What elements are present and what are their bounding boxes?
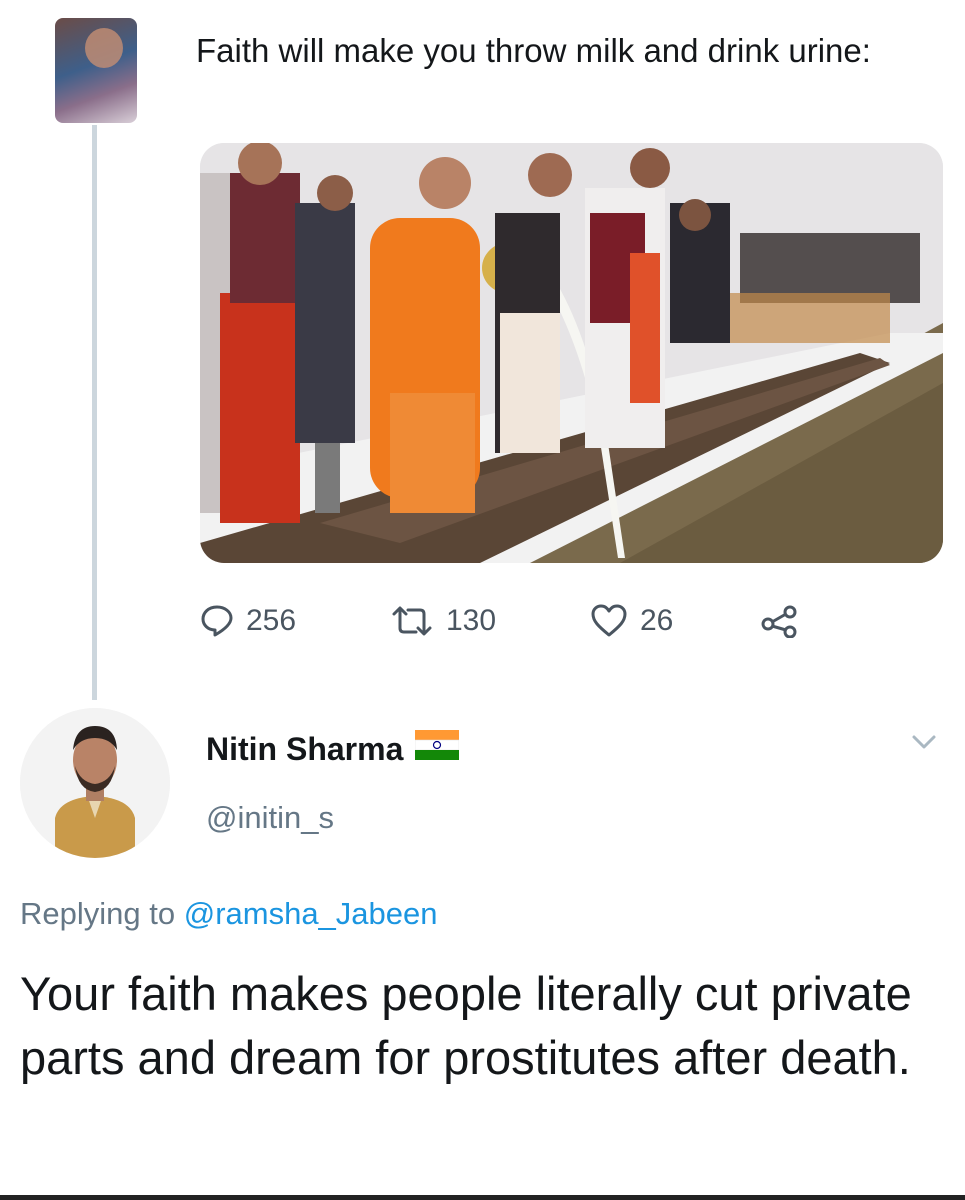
reply-icon	[201, 605, 233, 637]
tweet-action-bar: 256 130 26	[200, 598, 812, 644]
reply-tweet-text: Your faith makes people literally cut pr…	[20, 967, 912, 1084]
reply-author-handle[interactable]: @initin_s	[206, 800, 334, 836]
replying-to-line: Replying to @ramsha_Jabeen	[20, 896, 438, 932]
chevron-down-icon[interactable]	[910, 732, 938, 757]
like-action[interactable]: 26	[590, 604, 760, 638]
avatar-face	[85, 28, 123, 68]
retweet-action[interactable]: 130	[390, 604, 590, 638]
reply-author-name-row[interactable]: Nitin Sharma	[206, 730, 460, 768]
replying-to-label: Replying to	[20, 896, 176, 931]
reply-count: 256	[246, 604, 297, 637]
thread-connector-line	[92, 125, 97, 700]
retweet-count: 130	[446, 604, 497, 637]
user-avatar-icon	[20, 708, 170, 858]
replying-to-mention-link[interactable]: @ramsha_Jabeen	[184, 896, 438, 931]
reply-author-avatar[interactable]	[20, 708, 170, 858]
like-icon	[591, 604, 627, 637]
reply-action[interactable]: 256	[200, 604, 390, 638]
reply-author-name: Nitin Sharma	[206, 730, 404, 767]
share-action[interactable]	[760, 604, 812, 638]
like-count: 26	[640, 604, 674, 637]
original-author-avatar[interactable]	[55, 18, 137, 123]
india-flag-icon	[415, 730, 460, 768]
photo-illustration	[200, 143, 943, 563]
original-tweet-text: Faith will make you throw milk and drink…	[196, 32, 871, 69]
tweet-media-photo[interactable]	[200, 143, 943, 563]
bottom-divider	[0, 1195, 965, 1200]
retweet-icon	[392, 606, 432, 636]
share-icon	[761, 605, 797, 638]
